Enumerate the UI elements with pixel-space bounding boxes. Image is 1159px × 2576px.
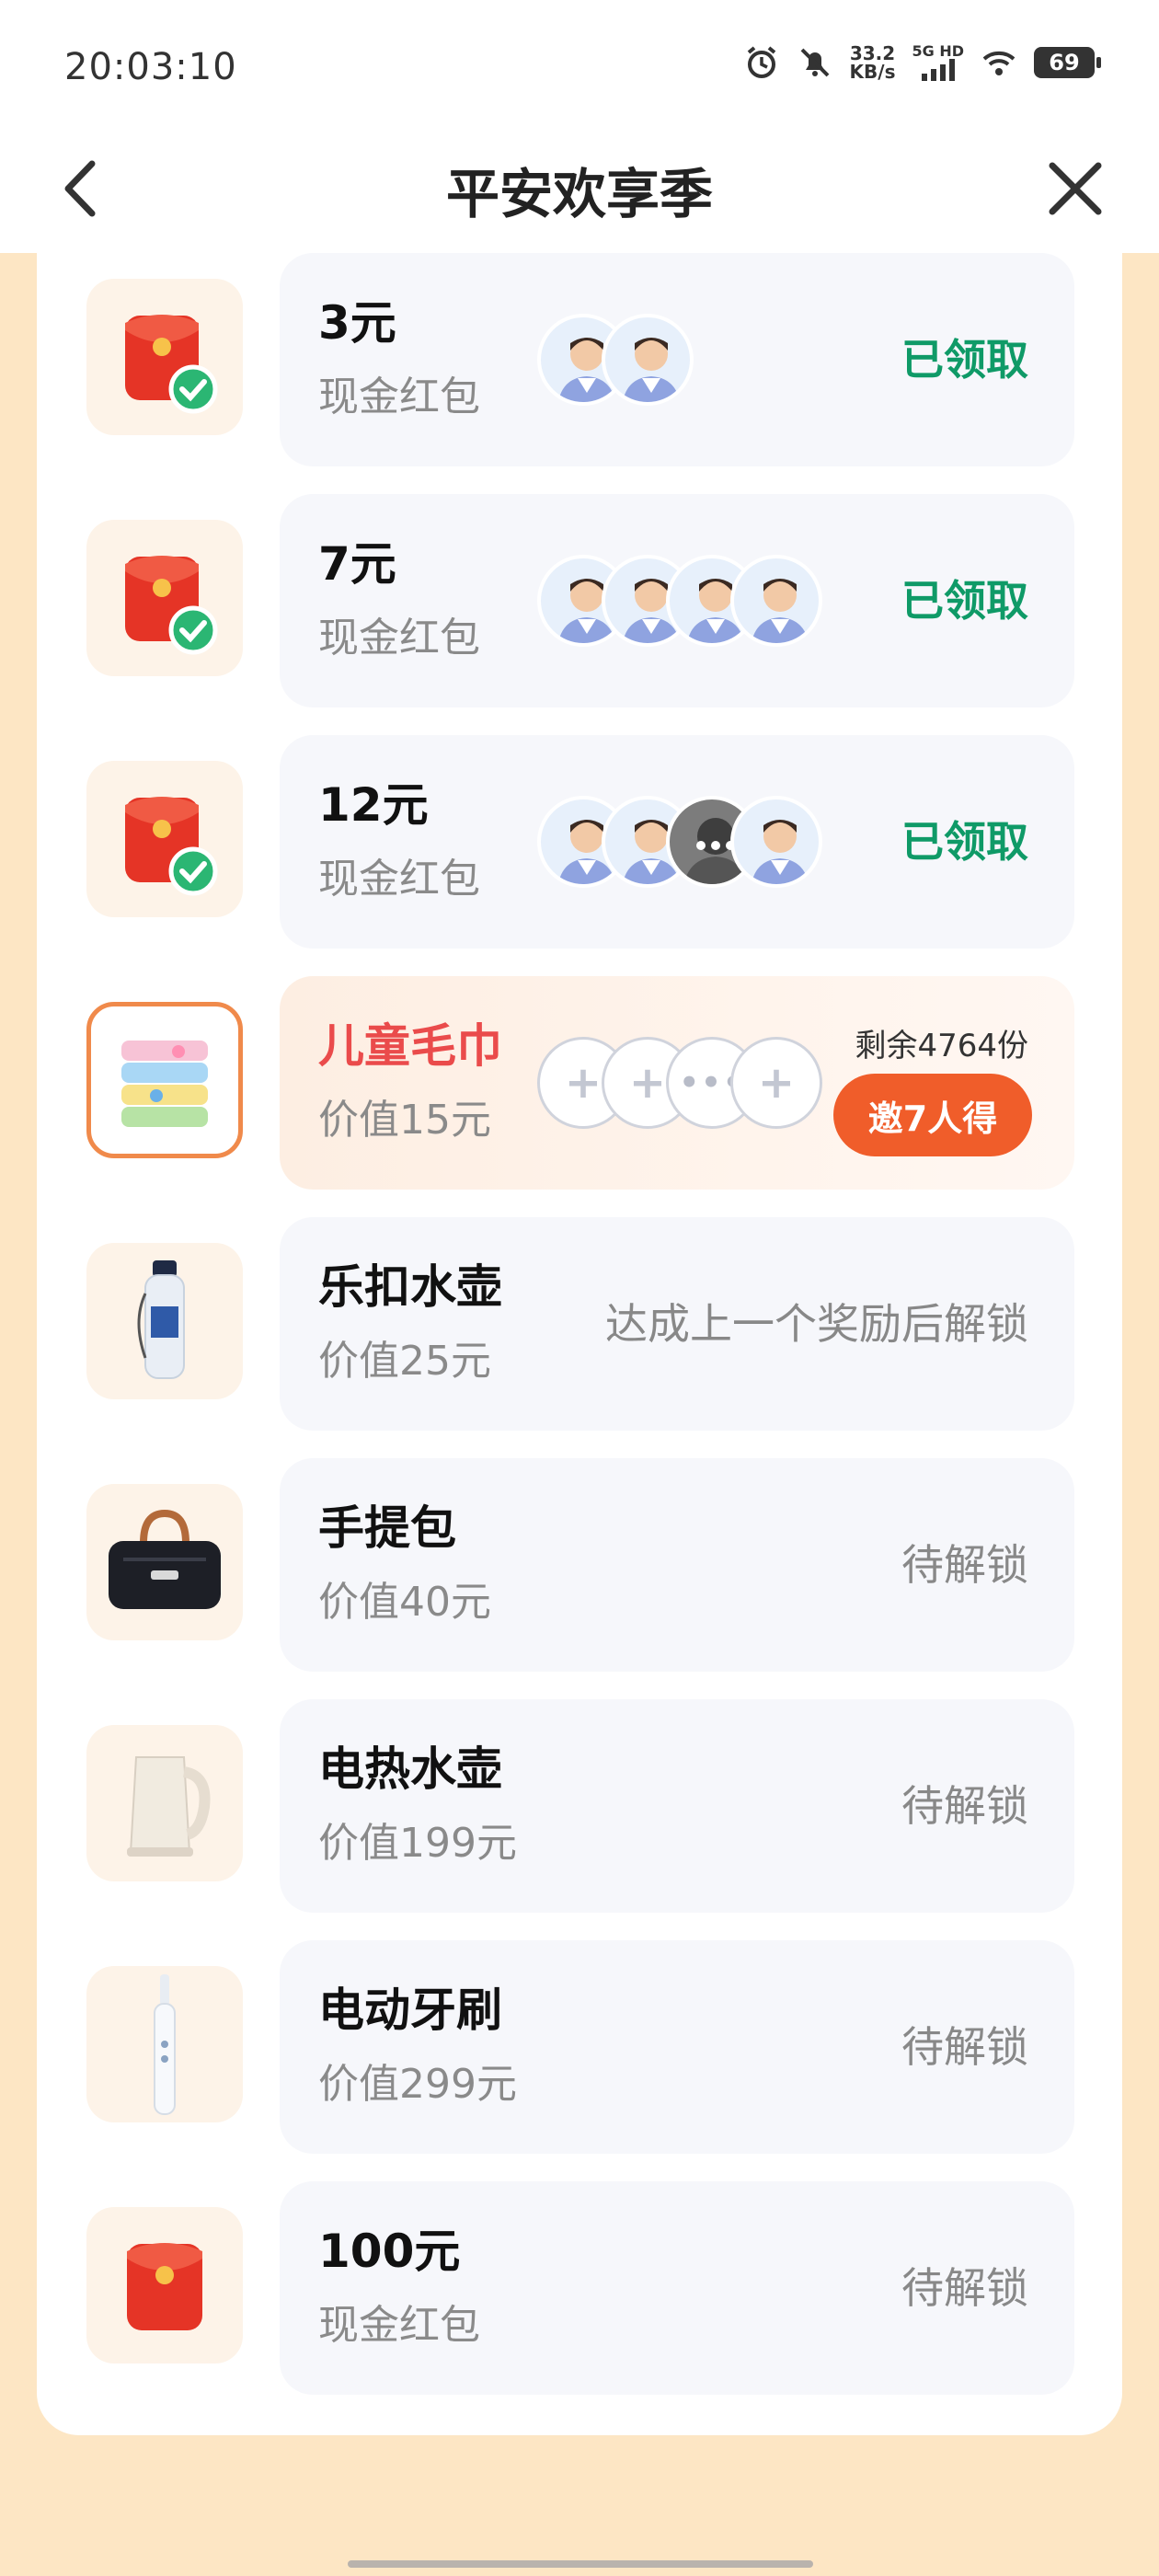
invited-avatars: [537, 314, 694, 406]
reward-panel: 7元 现金红包 已领取: [280, 494, 1074, 707]
reward-row: 12元 现金红包 已领取: [37, 735, 1122, 949]
reward-title: 乐扣水壶: [318, 1260, 502, 1314]
reward-row: 乐扣水壶 价值25元 达成上一个奖励后解锁: [37, 1217, 1122, 1431]
red-envelope-checked-icon: [86, 279, 243, 435]
reward-title: 3元: [318, 296, 396, 350]
locked-status: 待解锁: [901, 2022, 1028, 2072]
reward-subtitle: 价值40元: [318, 1579, 491, 1626]
reward-subtitle: 现金红包: [318, 615, 480, 661]
signal-label: 5G HD: [912, 42, 964, 60]
reward-title: 儿童毛巾: [318, 1019, 502, 1073]
invite-button[interactable]: 邀7人得: [833, 1074, 1032, 1156]
mute-bell-icon: [800, 48, 829, 77]
invite-slots: + + ••• +: [537, 1037, 822, 1129]
reward-panel: 电热水壶 价值199元 待解锁: [280, 1699, 1074, 1913]
net-speed-value: 33.2: [849, 42, 896, 64]
locked-status: 待解锁: [901, 2263, 1028, 2313]
reward-subtitle: 现金红包: [318, 374, 480, 420]
signal-icon: [921, 59, 955, 81]
reward-row: 手提包 价值40元 待解锁: [37, 1458, 1122, 1672]
handbag-icon: [86, 1484, 243, 1640]
reward-title: 100元: [318, 2225, 461, 2278]
reward-panel: 3元 现金红包 已领取: [280, 253, 1074, 466]
red-envelope-icon: [86, 2207, 243, 2363]
invited-avatars: [537, 796, 822, 888]
home-indicator[interactable]: [348, 2560, 813, 2568]
nav-bar: 平安欢享季: [0, 138, 1159, 253]
reward-panel: 电动牙刷 价值299元 待解锁: [280, 1940, 1074, 2154]
close-icon[interactable]: [1045, 158, 1106, 219]
remaining-count: 剩余4764份: [855, 1028, 1028, 1064]
status-icons: 33.2 KB/s 5G HD 69: [743, 44, 1101, 81]
wifi-icon: [982, 51, 1016, 75]
electric-kettle-icon: [86, 1725, 243, 1881]
reward-title: 手提包: [318, 1501, 456, 1555]
reward-subtitle: 价值15元: [318, 1097, 491, 1144]
reward-panel: 12元 现金红包 已领取: [280, 735, 1074, 949]
locked-status: 待解锁: [901, 1781, 1028, 1831]
alarm-icon: [747, 46, 775, 78]
avatar: [730, 555, 822, 647]
reward-row: 7元 现金红包 已领取: [37, 494, 1122, 707]
reward-title: 12元: [318, 778, 429, 832]
reward-panel: 乐扣水壶 价值25元 达成上一个奖励后解锁: [280, 1217, 1074, 1431]
net-speed-unit: KB/s: [849, 61, 896, 83]
reward-panel: 100元 现金红包 待解锁: [280, 2181, 1074, 2395]
reward-row-active: 儿童毛巾 价值15元 + + ••• + 剩余4764份 邀7人得: [37, 976, 1122, 1190]
reward-row: 3元 现金红包 已领取: [37, 253, 1122, 466]
claimed-status: 已领取: [901, 817, 1028, 867]
avatar: [730, 796, 822, 888]
red-envelope-checked-icon: [86, 761, 243, 917]
reward-row: 100元 现金红包 待解锁: [37, 2181, 1122, 2395]
reward-title: 电热水壶: [318, 1742, 502, 1796]
status-time: 20:03:10: [64, 46, 237, 88]
reward-subtitle: 价值199元: [318, 1820, 517, 1867]
reward-panel: 儿童毛巾 价值15元 + + ••• + 剩余4764份 邀7人得: [280, 976, 1074, 1190]
reward-subtitle: 现金红包: [318, 2302, 480, 2349]
status-bar: 20:03:10 33.2 KB/s 5G HD 69: [0, 0, 1159, 138]
empty-slot-plus-icon[interactable]: +: [730, 1037, 822, 1129]
water-bottle-icon: [86, 1243, 243, 1399]
reward-subtitle: 价值25元: [318, 1338, 491, 1385]
battery-indicator: 69: [1034, 47, 1101, 78]
page-title: 平安欢享季: [445, 163, 713, 225]
claimed-status: 已领取: [901, 576, 1028, 626]
reward-subtitle: 价值299元: [318, 2061, 517, 2108]
claimed-status: 已领取: [901, 335, 1028, 385]
signal-group: 5G HD: [912, 44, 964, 81]
reward-row: 电热水壶 价值199元 待解锁: [37, 1699, 1122, 1913]
reward-list-card: 3元 现金红包 已领取 7元 现金红包 已领取 12元 现金红包 已领取 儿童毛…: [37, 253, 1122, 2435]
locked-status: 达成上一个奖励后解锁: [605, 1299, 1028, 1349]
avatar: [602, 314, 694, 406]
toothbrush-icon: [86, 1966, 243, 2122]
locked-status: 待解锁: [901, 1540, 1028, 1590]
towel-icon: [86, 1002, 243, 1158]
reward-subtitle: 现金红包: [318, 856, 480, 903]
invited-avatars: [537, 555, 822, 647]
reward-title: 7元: [318, 537, 396, 591]
reward-row: 电动牙刷 价值299元 待解锁: [37, 1940, 1122, 2154]
reward-panel: 手提包 价值40元 待解锁: [280, 1458, 1074, 1672]
red-envelope-checked-icon: [86, 520, 243, 676]
network-speed: 33.2 KB/s: [850, 44, 896, 81]
reward-title: 电动牙刷: [318, 1984, 502, 2037]
